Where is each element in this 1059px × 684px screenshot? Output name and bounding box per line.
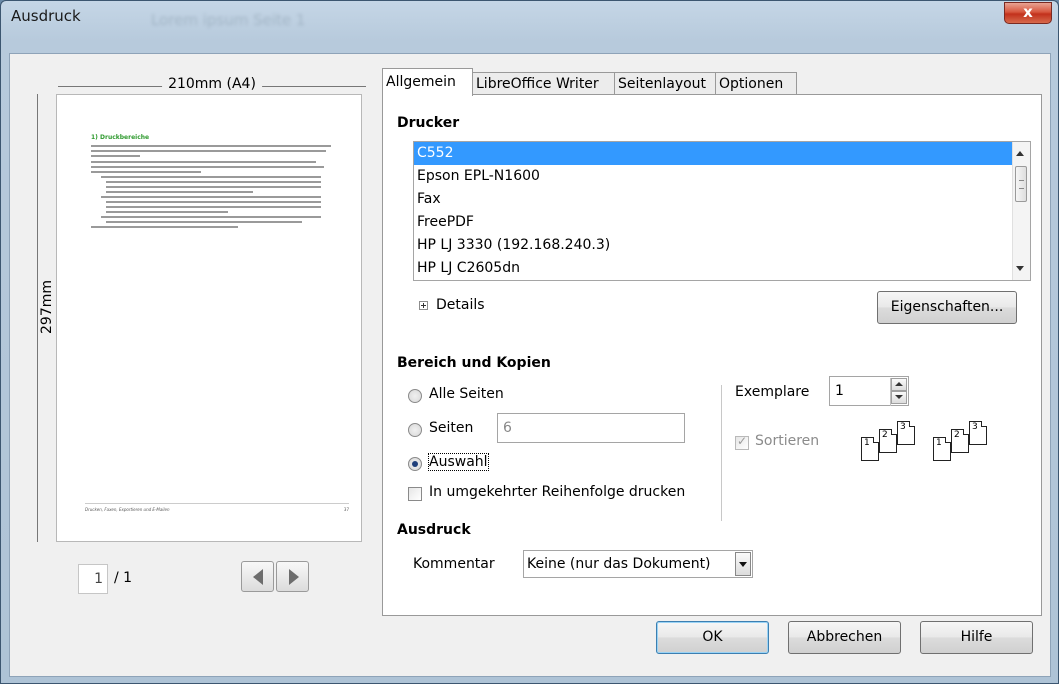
page-preview: 1) Druckbereiche Drucken, Faxen, Exporti…: [56, 94, 362, 542]
printer-item[interactable]: FreePDF: [414, 211, 1030, 234]
ok-button[interactable]: OK: [656, 621, 769, 654]
pages-radio[interactable]: [408, 423, 422, 437]
copies-input[interactable]: 1: [829, 376, 909, 406]
triangle-right-icon: [289, 569, 299, 585]
spin-down-icon[interactable]: [891, 391, 907, 404]
width-dimension: 210mm (A4): [58, 76, 366, 96]
pages-label[interactable]: Seiten: [429, 420, 473, 436]
reverse-order-checkbox[interactable]: [408, 487, 422, 501]
height-dimension: 297mm: [28, 94, 55, 542]
printer-item[interactable]: Epson EPL-N1600: [414, 165, 1030, 188]
printer-item[interactable]: C552: [414, 142, 1030, 165]
sheet-icon: 3: [897, 421, 915, 445]
all-pages-label[interactable]: Alle Seiten: [429, 386, 504, 402]
triangle-left-icon: [253, 569, 263, 585]
output-section-title: Ausdruck: [397, 522, 471, 538]
details-label: Details: [436, 297, 485, 313]
printer-list-scrollbar[interactable]: [1012, 142, 1030, 280]
collate-checkbox[interactable]: [735, 434, 749, 450]
close-button[interactable]: x: [1004, 2, 1052, 24]
copies-label: Exemplare: [735, 384, 810, 400]
comment-select-value: Keine (nur das Dokument): [527, 556, 711, 572]
title-bar[interactable]: Ausdruck Lorem ipsum Seite 1 x: [1, 1, 1058, 53]
tab-optionen[interactable]: Optionen: [715, 72, 797, 95]
preview-text-lines: [91, 145, 336, 231]
sheet-icon: 3: [969, 421, 987, 445]
details-expander[interactable]: Details: [419, 297, 485, 313]
range-section-title: Bereich und Kopien: [397, 355, 551, 371]
collate-pages-icon: 1 2 3: [933, 419, 993, 465]
sheet-icon: 2: [879, 429, 897, 453]
scroll-thumb[interactable]: [1015, 166, 1027, 202]
expand-plus-icon[interactable]: [419, 300, 428, 310]
printer-section-title: Drucker: [397, 115, 460, 131]
sheet-icon: 2: [951, 429, 969, 453]
tab-seitenlayout[interactable]: Seitenlayout: [614, 72, 716, 95]
reverse-order-label[interactable]: In umgekehrter Reihenfolge drucken: [429, 484, 685, 500]
next-page-button[interactable]: [276, 561, 309, 592]
copies-spinner[interactable]: [890, 378, 907, 406]
spin-up-icon[interactable]: [891, 378, 907, 391]
page-number-field[interactable]: 1: [78, 564, 108, 594]
tab-libreoffice-writer[interactable]: LibreOffice Writer: [472, 72, 615, 95]
pages-range-input[interactable]: 6: [497, 413, 685, 443]
scroll-down-icon[interactable]: [1016, 266, 1024, 271]
collate-label[interactable]: Sortieren: [755, 433, 819, 449]
printer-list[interactable]: C552 Epson EPL-N1600 Fax FreePDF HP LJ 3…: [413, 141, 1031, 281]
print-dialog: Ausdruck Lorem ipsum Seite 1 x 210mm (A4…: [0, 0, 1059, 684]
printer-item[interactable]: HP LJ 3330 (192.168.240.3): [414, 234, 1030, 257]
comment-select[interactable]: Keine (nur das Dokument): [523, 550, 753, 578]
window-title: Ausdruck: [11, 7, 81, 25]
all-pages-radio[interactable]: [408, 389, 422, 403]
general-tab-panel: Drucker C552 Epson EPL-N1600 Fax FreePDF…: [382, 94, 1042, 616]
sheet-icon: 1: [933, 437, 951, 461]
preview-heading: 1) Druckbereiche: [91, 134, 150, 141]
background-window-title: Lorem ipsum Seite 1: [151, 11, 306, 29]
selection-radio[interactable]: [408, 457, 422, 471]
dialog-body: 210mm (A4) 297mm 1) Druckbereiche Drucke…: [9, 53, 1051, 677]
sheet-icon: 1: [861, 437, 879, 461]
tab-allgemein[interactable]: Allgemein: [382, 68, 473, 96]
printer-item[interactable]: Fax: [414, 188, 1030, 211]
preview-footer-left: Drucken, Faxen, Exportieren und E-Mailen: [85, 507, 170, 512]
comment-label: Kommentar: [413, 556, 495, 572]
previous-page-button[interactable]: [241, 561, 274, 592]
preview-footer-right: 37: [343, 507, 349, 512]
page-total: / 1: [114, 570, 133, 586]
close-icon: x: [1023, 3, 1033, 21]
printer-item[interactable]: HP LJ C2605dn: [414, 257, 1030, 280]
copies-value: 1: [835, 383, 844, 399]
chevron-down-icon[interactable]: [735, 552, 751, 576]
range-separator: [721, 385, 722, 521]
height-label: 297mm: [39, 276, 55, 338]
width-label: 210mm (A4): [162, 76, 262, 92]
cancel-button[interactable]: Abbrechen: [788, 621, 901, 654]
selection-label[interactable]: Auswahl: [428, 453, 489, 471]
properties-button[interactable]: Eigenschaften...: [877, 291, 1017, 324]
help-button[interactable]: Hilfe: [920, 621, 1033, 654]
collate-pages-icon: 1 2 3: [861, 419, 921, 465]
scroll-up-icon[interactable]: [1016, 151, 1024, 156]
